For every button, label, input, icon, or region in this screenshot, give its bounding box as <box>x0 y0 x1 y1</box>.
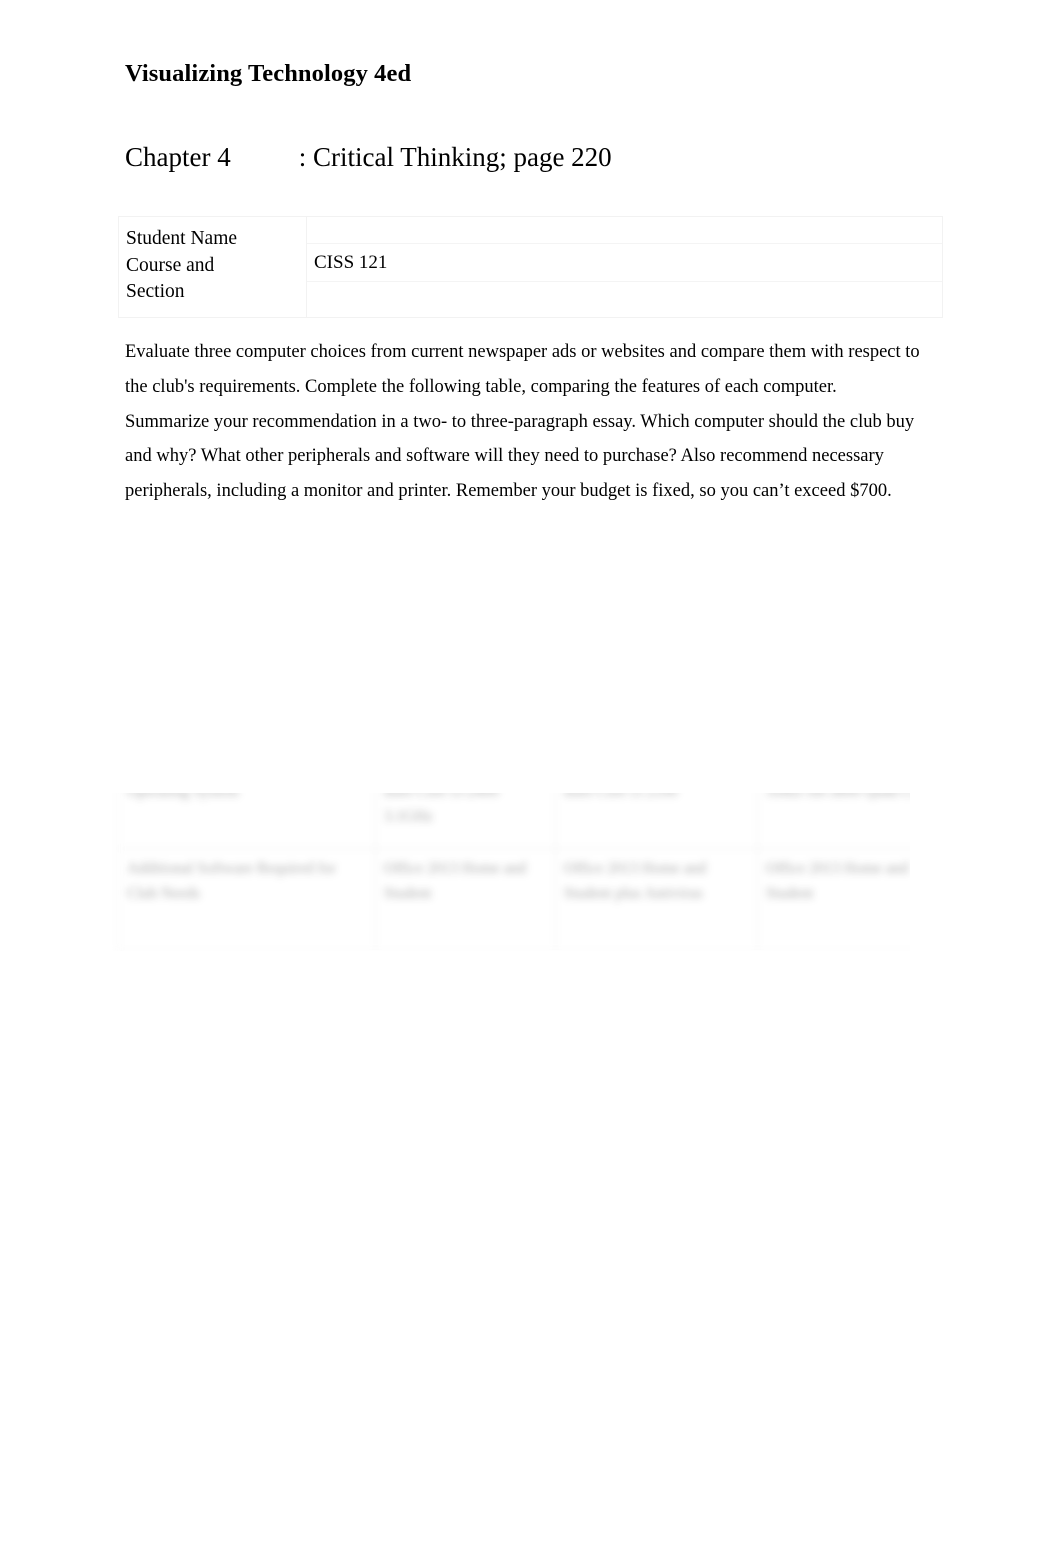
instructions-paragraph: Evaluate three computer choices from cur… <box>125 342 920 502</box>
table-row: Student Name Course and Section CISS 121 <box>118 216 943 318</box>
comparison-cell: AMD A8-3800 Quad Core <box>757 793 910 849</box>
course-section-label-line1: Course and <box>126 254 215 276</box>
student-name-label: Student Name <box>126 228 238 249</box>
info-value-wrap: CISS 121 <box>307 217 942 299</box>
document-page: Visualizing Technology 4ed Chapter 4 : C… <box>0 0 1062 1561</box>
comparison-table: Operating System Intel Core i5-2400 3.1G… <box>118 793 910 951</box>
field-divider-top <box>307 243 942 244</box>
chapter-heading-subtitle: : Critical Thinking; page 220 <box>298 142 612 172</box>
comparison-cell: Operating System <box>118 793 376 849</box>
comparison-table-clip: Operating System Intel Core i5-2400 3.1G… <box>100 793 910 951</box>
comparison-cell: Intel Core i5-2400 3.1GHz <box>375 793 556 849</box>
document-title: Visualizing Technology 4ed <box>125 60 412 87</box>
chapter-heading: Chapter 4 : Critical Thinking; page 220 <box>125 142 612 173</box>
comparison-cell: Office 2013 Home and Student plus Antivi… <box>555 848 758 951</box>
comparison-cell: Office 2013 Home and Student <box>757 848 910 951</box>
course-section-label-line2: Section <box>126 281 185 302</box>
table-row: Operating System Intel Core i5-2400 3.1G… <box>118 793 910 849</box>
info-label-stack: Student Name Course and Section <box>119 217 306 317</box>
info-value-cell[interactable]: CISS 121 <box>306 216 943 318</box>
field-divider-bottom <box>307 281 942 282</box>
info-label-cell: Student Name Course and Section <box>118 216 307 318</box>
course-section-value[interactable]: CISS 121 <box>314 251 387 275</box>
comparison-cell: Additional Software Required for Club Ne… <box>118 848 376 951</box>
comparison-table-blur-layer: Operating System Intel Core i5-2400 3.1G… <box>118 793 910 951</box>
student-info-table: Student Name Course and Section CISS 121 <box>118 216 943 318</box>
chapter-heading-label: Chapter 4 <box>125 142 231 172</box>
table-row: Additional Software Required for Club Ne… <box>118 848 910 951</box>
comparison-cell: Intel Core i3 2100 <box>555 793 758 849</box>
comparison-cell: Office 2013 Home and Student <box>375 848 556 951</box>
